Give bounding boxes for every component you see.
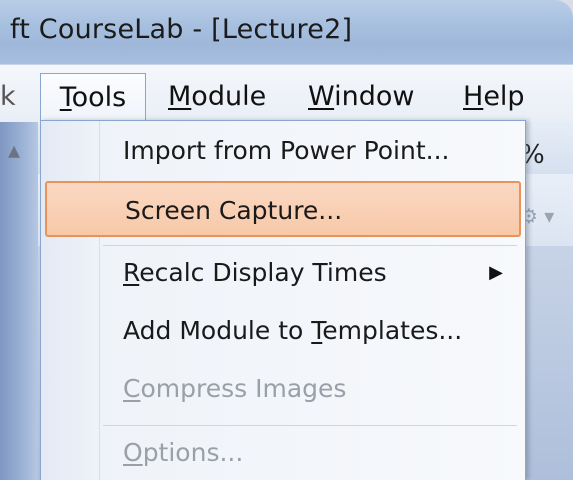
menu-module-accel: M bbox=[168, 81, 192, 112]
menu-item-screen-capture[interactable]: Screen Capture... bbox=[45, 181, 521, 237]
menu-item-accel: O bbox=[123, 438, 143, 467]
menu-item-accel: T bbox=[311, 316, 323, 345]
menu-item-accel: C bbox=[123, 374, 141, 403]
app-window: ft CourseLab - [Lecture2] k Tools Module… bbox=[0, 0, 573, 480]
menu-item-label-rest: emplates... bbox=[322, 316, 463, 345]
menu-item-label: Screen Capture... bbox=[125, 196, 343, 225]
menu-item-compress-images: Compress Images bbox=[45, 361, 521, 417]
menu-item-import-powerpoint[interactable]: Import from Power Point... bbox=[45, 123, 521, 179]
menu-window[interactable]: Window bbox=[308, 77, 414, 117]
menu-item-label: Import from Power Point... bbox=[123, 136, 450, 165]
menu-item-partial[interactable]: k bbox=[0, 77, 16, 117]
menu-tools-label: ools bbox=[71, 82, 127, 113]
menu-help[interactable]: Help bbox=[463, 77, 525, 117]
menu-item-label: ompress Images bbox=[140, 374, 347, 403]
submenu-arrow-icon: ▶ bbox=[489, 262, 503, 283]
menu-help-label: elp bbox=[483, 81, 525, 112]
menu-bar: k Tools Module Window Help bbox=[0, 64, 573, 129]
menu-item-options: Options... bbox=[45, 425, 521, 480]
menu-item-label: Add Module to bbox=[123, 316, 312, 345]
menu-item-label: ecalc Display Times bbox=[139, 258, 387, 287]
tools-dropdown-menu: Import from Power Point... Screen Captur… bbox=[40, 120, 526, 480]
left-panel bbox=[0, 122, 38, 480]
menu-help-accel: H bbox=[463, 81, 484, 112]
toolbar-partial-icon[interactable]: ▴ bbox=[8, 136, 20, 164]
menu-item-add-module-to-templates[interactable]: Add Module to Templates... bbox=[45, 303, 521, 359]
menu-item-recalc-display-times[interactable]: Recalc Display Times ▶ bbox=[45, 245, 521, 301]
menu-window-label: indow bbox=[334, 81, 415, 112]
menu-module-label: odule bbox=[191, 81, 267, 112]
menu-module[interactable]: Module bbox=[168, 77, 266, 117]
menu-item-accel: R bbox=[123, 258, 140, 287]
title-bar[interactable]: ft CourseLab - [Lecture2] bbox=[0, 0, 573, 64]
menu-tools-accel: T bbox=[59, 82, 72, 113]
menu-window-accel: W bbox=[308, 81, 335, 112]
window-title: ft CourseLab - [Lecture2] bbox=[10, 14, 353, 45]
menu-item-label: ptions... bbox=[142, 438, 244, 467]
